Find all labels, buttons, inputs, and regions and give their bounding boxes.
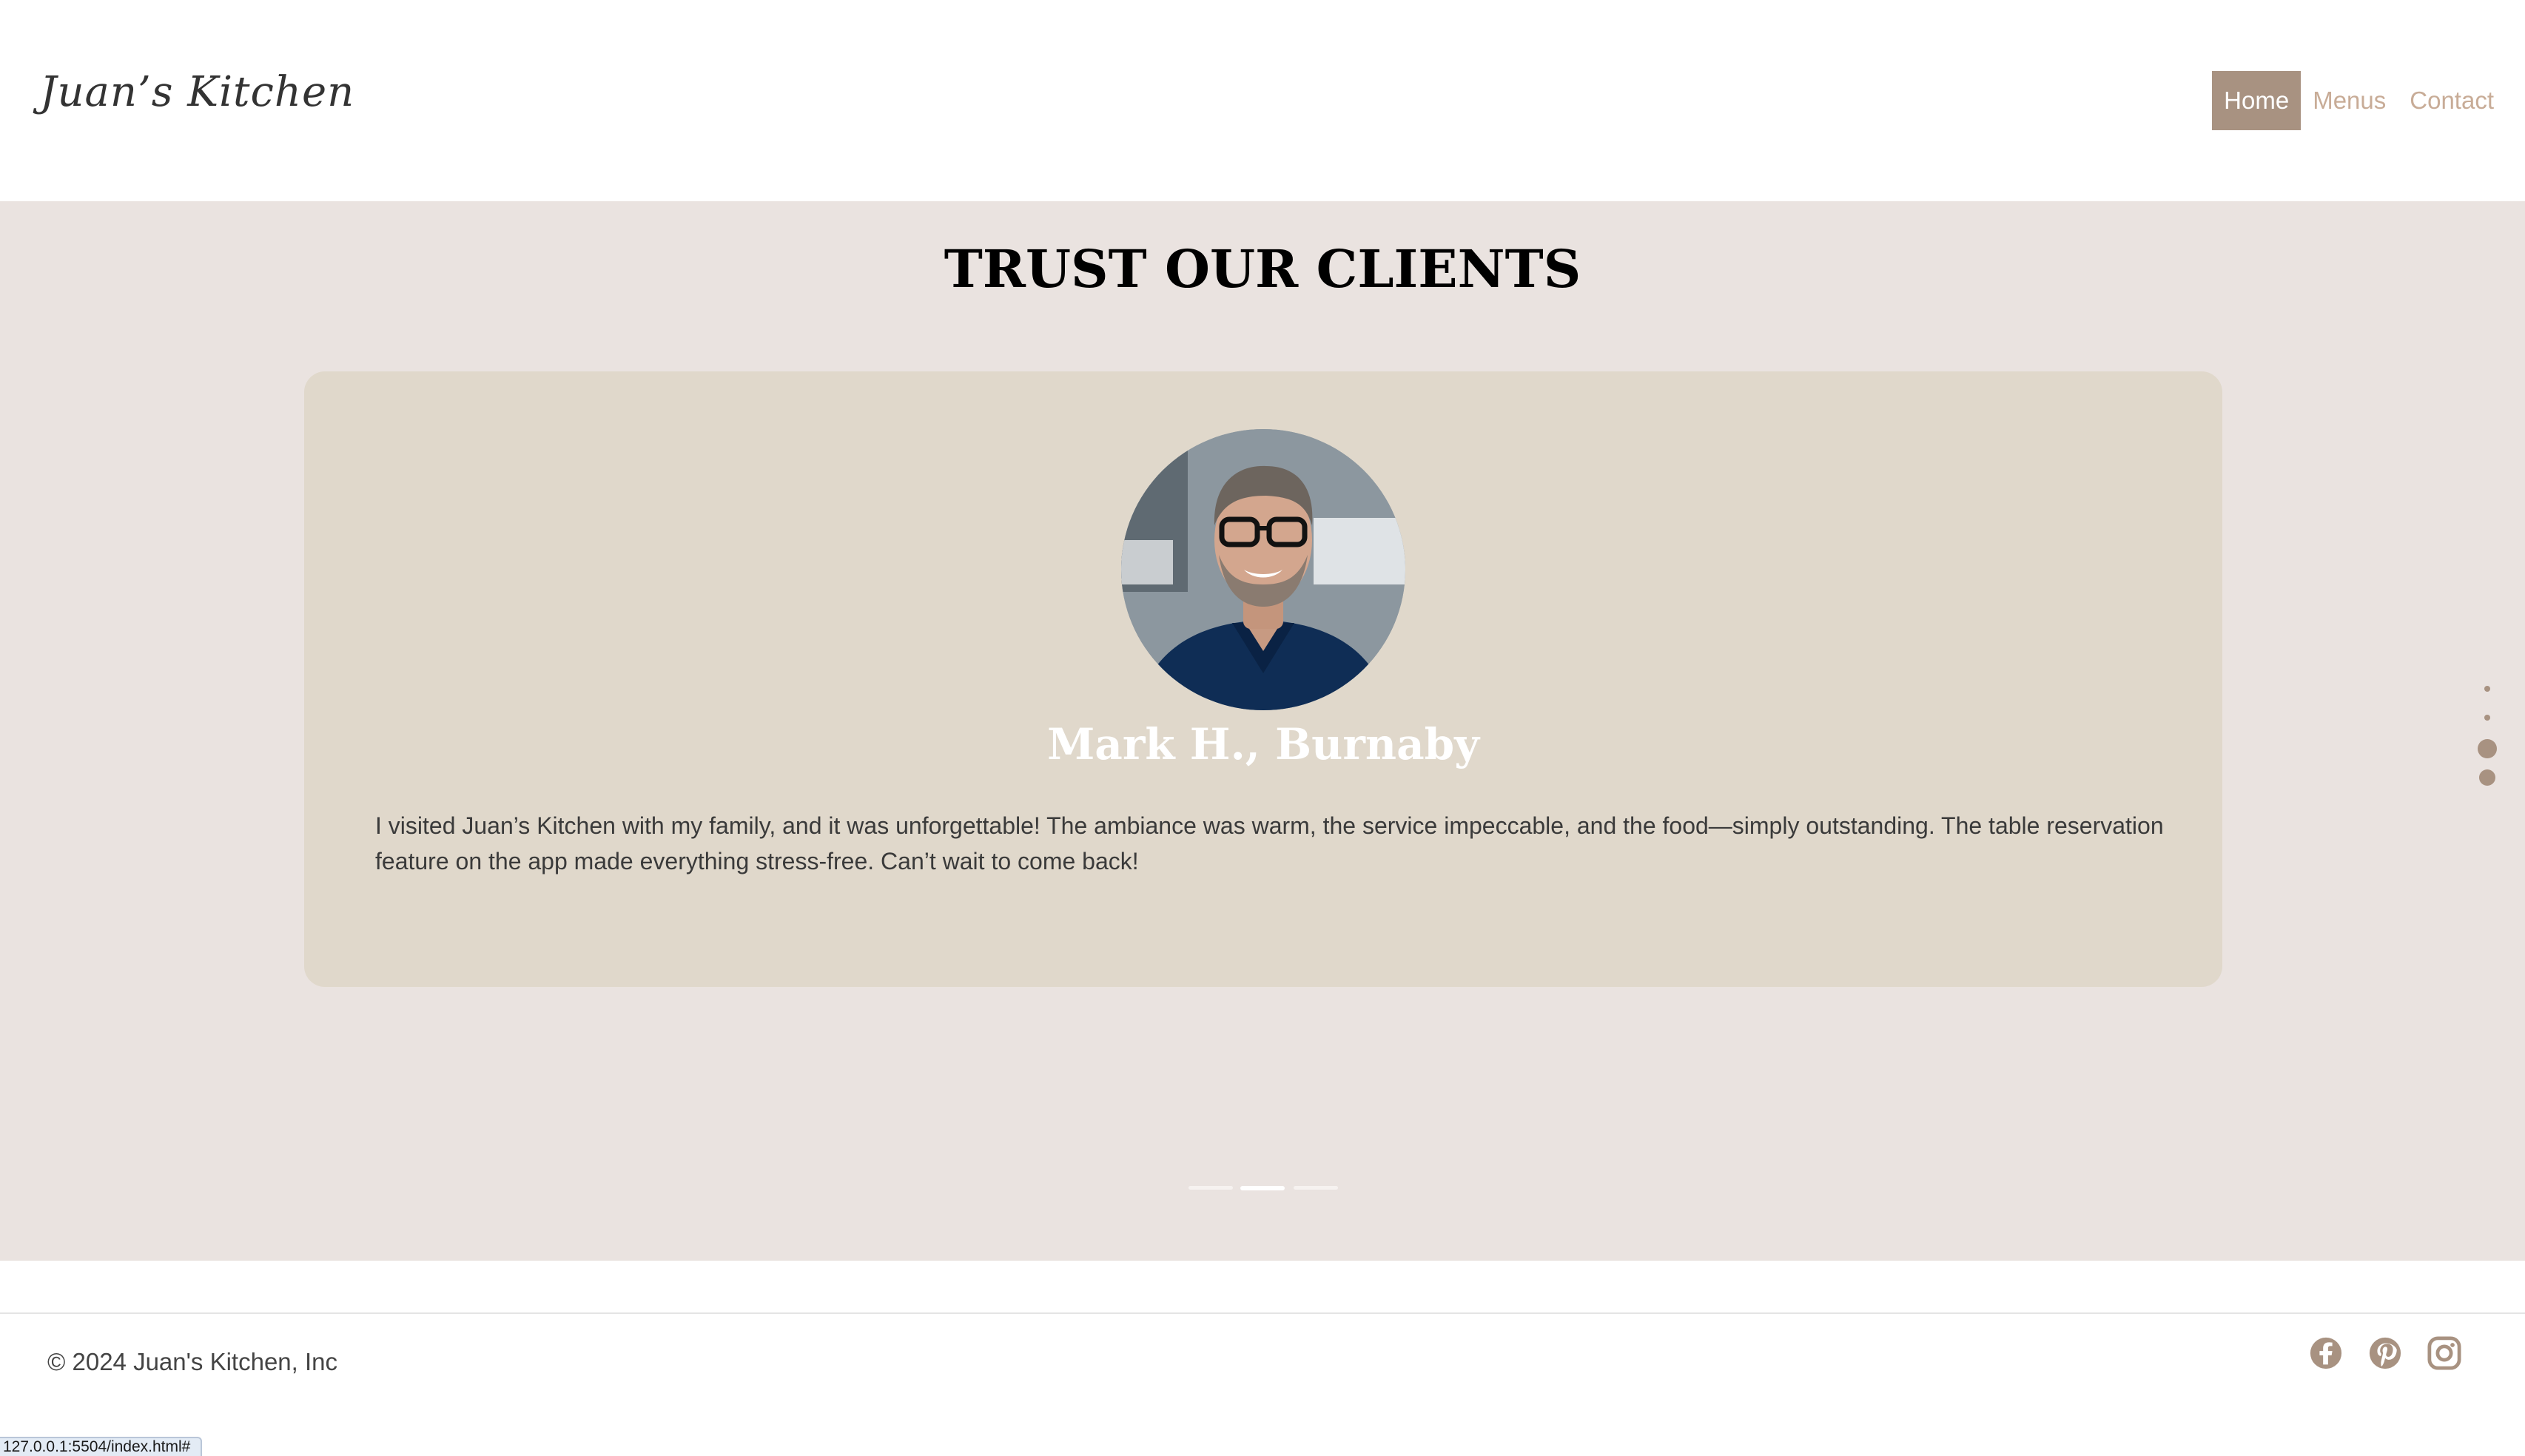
browser-status-url: 127.0.0.1:5504/index.html# xyxy=(0,1437,203,1456)
client-avatar xyxy=(1121,429,1405,710)
section-dot-1[interactable] xyxy=(2484,686,2490,692)
nav-home[interactable]: Home xyxy=(2212,71,2302,130)
section-dot-4[interactable] xyxy=(2479,769,2495,786)
section-dot-2[interactable] xyxy=(2484,715,2490,721)
section-dot-3-active[interactable] xyxy=(2478,739,2497,758)
client-portrait xyxy=(1121,429,1405,710)
nav-menus[interactable]: Menus xyxy=(2301,71,2398,130)
pinterest-icon[interactable] xyxy=(2368,1336,2402,1370)
client-quote: I visited Juan’s Kitchen with my family,… xyxy=(375,812,2164,874)
testimonial-card: Mark H., Burnaby I visited Juan’s Kitche… xyxy=(304,371,2222,987)
site-logo[interactable]: Juan’s Kitchen xyxy=(40,68,354,116)
slider-indicator-2-active[interactable] xyxy=(1240,1186,1285,1190)
facebook-icon[interactable] xyxy=(2309,1336,2343,1370)
client-name: Mark H., Burnaby xyxy=(1047,719,1479,769)
slider-indicator-1[interactable] xyxy=(1188,1186,1233,1190)
instagram-icon[interactable] xyxy=(2427,1336,2461,1370)
testimonials-section: TRUST OUR CLIENTS Mark H., Burnaby I vis… xyxy=(0,201,2525,1261)
footer-divider xyxy=(0,1312,2525,1314)
copyright-text: © 2024 Juan's Kitchen, Inc xyxy=(47,1348,338,1375)
main-nav: Home Menus Contact xyxy=(2212,71,2506,130)
section-title: TRUST OUR CLIENTS xyxy=(944,238,1581,300)
page: Juan’s Kitchen Home Menus Contact TRUST … xyxy=(0,0,2525,1456)
nav-contact[interactable]: Contact xyxy=(2398,71,2506,130)
site-header: Juan’s Kitchen Home Menus Contact xyxy=(0,0,2525,201)
slider-indicator-3[interactable] xyxy=(1294,1186,1338,1190)
